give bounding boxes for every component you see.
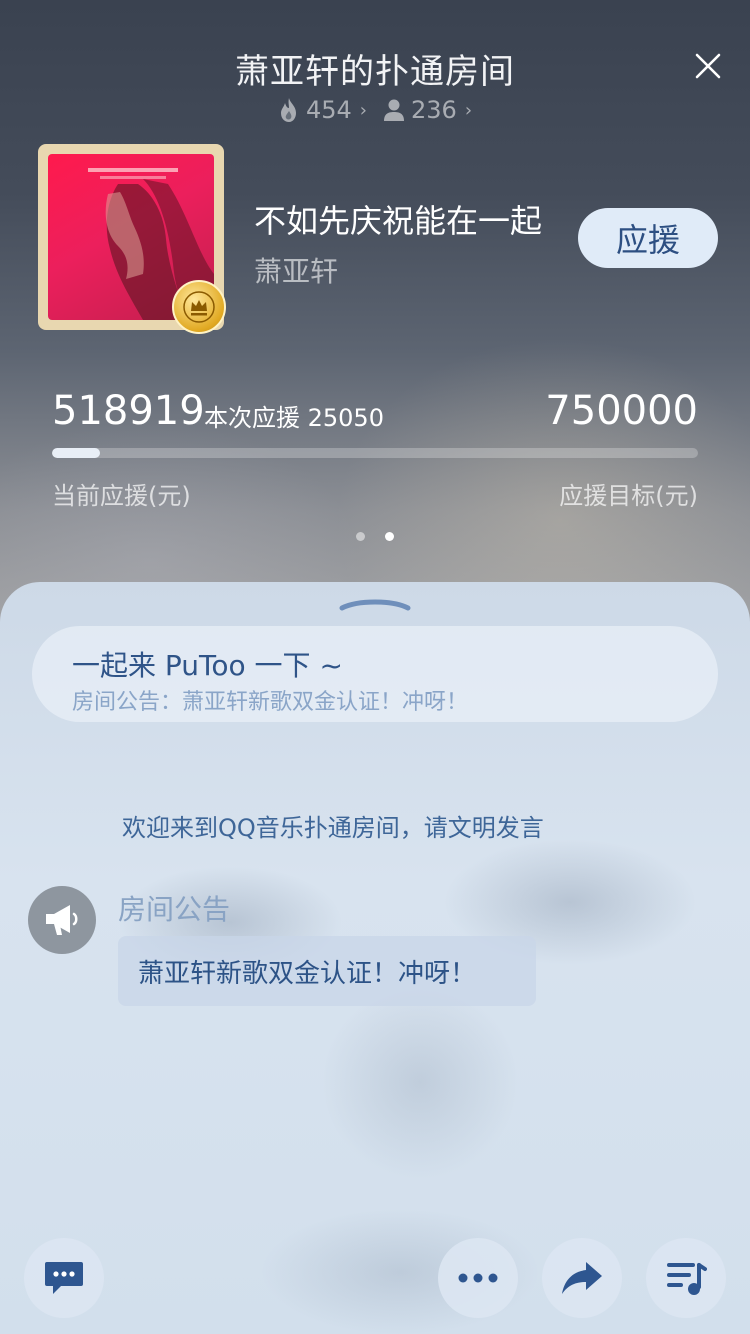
- playlist-icon: [667, 1263, 707, 1295]
- chat-panel: 一起来 PuToo 一下 ~ 房间公告：萧亚轩新歌双金认证！冲呀！ 欢迎来到QQ…: [0, 582, 750, 1334]
- page-dot[interactable]: [356, 532, 365, 541]
- share-button[interactable]: [542, 1238, 622, 1318]
- close-icon[interactable]: [690, 48, 726, 84]
- page-dot-active[interactable]: [385, 532, 394, 541]
- chevron-right-icon: ›: [464, 99, 473, 121]
- person-icon: [384, 99, 404, 121]
- song-title: 不如先庆祝能在一起: [254, 202, 543, 240]
- support-button[interactable]: 应援: [578, 208, 718, 268]
- support-progress-bar: [52, 448, 698, 458]
- notice-subtitle: 房间公告：萧亚轩新歌双金认证！冲呀！: [72, 690, 469, 715]
- room-notice-card[interactable]: 一起来 PuToo 一下 ~ 房间公告：萧亚轩新歌双金认证！冲呀！: [32, 626, 718, 722]
- member-stat[interactable]: 236 ›: [383, 96, 472, 124]
- target-label: 应援目标(元): [559, 482, 698, 510]
- song-artist[interactable]: 萧亚轩: [254, 250, 338, 290]
- welcome-message: 欢迎来到QQ音乐扑通房间，请文明发言: [122, 814, 544, 842]
- megaphone-icon: [46, 905, 78, 935]
- chevron-right-icon: ›: [359, 99, 367, 121]
- current-support-amount: 518919: [52, 388, 205, 434]
- this-support-amount: 本次应援 25050: [204, 404, 384, 432]
- heat-count: 454: [305, 96, 352, 124]
- announcement-avatar: [28, 886, 96, 954]
- page-indicator: [356, 532, 394, 541]
- share-icon: [562, 1262, 602, 1294]
- panel-handle-icon[interactable]: [338, 596, 412, 612]
- more-button[interactable]: [438, 1238, 518, 1318]
- support-target-amount: 750000: [545, 388, 698, 434]
- crown-icon: [183, 291, 215, 323]
- support-progress-fill: [52, 448, 101, 458]
- heat-stat[interactable]: 454 ›: [278, 96, 367, 124]
- room-title: 萧亚轩的扑通房间: [235, 52, 515, 92]
- room-stats: 454 › 236 ›: [0, 94, 750, 126]
- playlist-button[interactable]: [646, 1238, 726, 1318]
- current-support-label: 当前应援(元): [52, 482, 191, 510]
- announcement-text: 萧亚轩新歌双金认证！冲呀！: [138, 958, 477, 989]
- announcement-sender: 房间公告: [118, 893, 231, 926]
- fire-icon: [280, 98, 296, 122]
- announcement-bubble: 萧亚轩新歌双金认证！冲呀！: [118, 936, 536, 1006]
- gold-record-badge: [172, 280, 226, 334]
- comment-icon: [45, 1262, 83, 1294]
- notice-title: 一起来 PuToo 一下 ~: [72, 649, 343, 682]
- comment-button[interactable]: [24, 1238, 104, 1318]
- member-count: 236: [411, 96, 457, 124]
- more-icon: [458, 1273, 498, 1283]
